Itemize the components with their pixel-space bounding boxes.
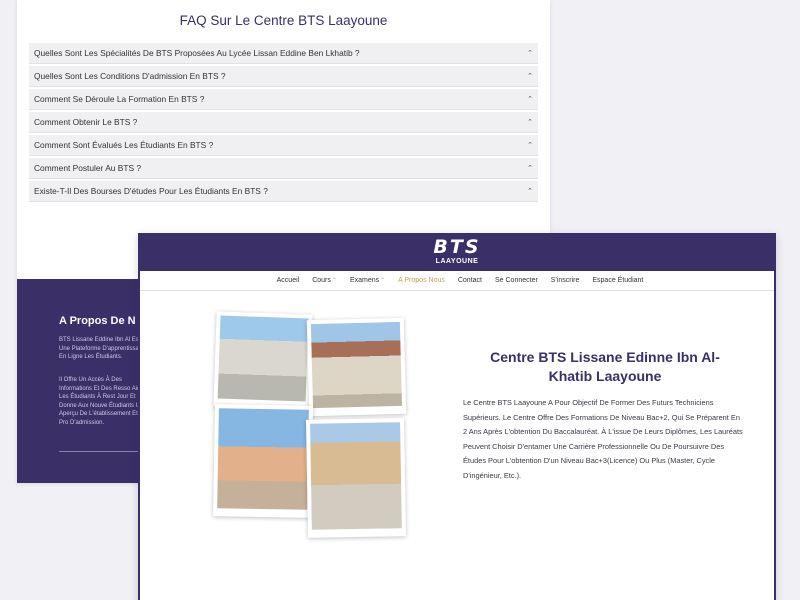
entrance-sign-image	[310, 321, 403, 409]
chevron-up-icon: ⌃	[527, 73, 533, 80]
page-title: Centre BTS Lissane Edinne Ibn Al-Khatib …	[490, 349, 720, 384]
nav-item-cours[interactable]: Cours⌃	[312, 277, 337, 284]
nav-label: Se Connecter	[494, 277, 538, 284]
nav-item-examens[interactable]: Examens⌃	[350, 277, 385, 284]
chevron-up-icon: ⌃	[527, 96, 533, 103]
nav-label: Contact	[457, 277, 482, 284]
nav-label: S'inscrire	[550, 277, 580, 284]
faq-question: Comment Se Déroule La Formation En BTS ?	[34, 94, 205, 104]
building-image	[217, 315, 309, 402]
faq-item[interactable]: Comment Se Déroule La Formation En BTS ?…	[29, 89, 538, 110]
faq-item[interactable]: Comment Obtenir Le BTS ? ⌃	[29, 112, 538, 133]
main-nav: Accueil Cours⌃ Examens⌃ A Propos Nous Co…	[140, 271, 774, 291]
campus-photo	[213, 311, 313, 410]
footer-divider	[59, 451, 149, 452]
courtyard-image	[310, 422, 402, 530]
faq-list: Quelles Sont Les Spécialités De BTS Prop…	[29, 43, 538, 204]
footer-about-title: A Propos De N	[59, 315, 136, 327]
nav-label: Examens	[349, 277, 380, 284]
nav-item-se-connecter[interactable]: Se Connecter	[495, 277, 538, 284]
chevron-up-icon: ⌃	[527, 50, 533, 57]
gate-image	[217, 408, 309, 510]
faq-item[interactable]: Quelles Sont Les Conditions D'admission …	[29, 66, 538, 87]
logo-subtitle: LAAYOUNE	[435, 258, 479, 265]
faq-item[interactable]: Comment Sont Évalués Les Étudiants En BT…	[29, 135, 538, 156]
site-header: BTS LAAYOUNE	[140, 233, 774, 271]
faq-question: Comment Sont Évalués Les Étudiants En BT…	[34, 140, 214, 150]
nav-item-espace-etudiant[interactable]: Espace Étudiant	[592, 277, 643, 284]
nav-item-sinscrire[interactable]: S'inscrire	[551, 277, 580, 284]
faq-question: Comment Postuler Au BTS ?	[34, 163, 142, 173]
faq-question: Comment Obtenir Le BTS ?	[34, 117, 138, 127]
faq-question: Quelles Sont Les Spécialités De BTS Prop…	[34, 48, 360, 58]
home-page-card: BTS LAAYOUNE Accueil Cours⌃ Examens⌃ A P…	[138, 233, 776, 600]
chevron-up-icon: ⌃	[331, 278, 337, 284]
nav-label: Espace Étudiant	[592, 277, 644, 284]
nav-label: A Propos Nous	[398, 277, 445, 284]
footer-about-text: Il Offre Un Accès À Des Informations Et …	[59, 377, 148, 426]
faq-item[interactable]: Existe-T-Il Des Bourses D'études Pour Le…	[29, 181, 538, 202]
campus-photo	[305, 418, 407, 538]
chevron-up-icon: ⌃	[380, 278, 386, 284]
campus-photo	[213, 404, 313, 518]
faq-item[interactable]: Comment Postuler Au BTS ? ⌃	[29, 158, 538, 179]
footer-about-text: BTS Lissane Eddine Ibn Al Est Une Platef…	[59, 337, 146, 361]
faq-question: Existe-T-Il Des Bourses D'études Pour Le…	[34, 186, 268, 196]
nav-label: Cours	[312, 277, 331, 284]
nav-item-contact[interactable]: Contact	[458, 277, 482, 284]
chevron-up-icon: ⌃	[527, 119, 533, 126]
nav-label: Accueil	[276, 277, 300, 284]
page-description: Le Centre BTS Laayoune A Pour Objectif D…	[463, 398, 743, 480]
campus-photo	[306, 317, 407, 417]
nav-item-accueil[interactable]: Accueil	[277, 277, 300, 284]
chevron-up-icon: ⌃	[527, 142, 533, 149]
faq-question: Quelles Sont Les Conditions D'admission …	[34, 71, 226, 81]
chevron-up-icon: ⌃	[527, 188, 533, 195]
logo[interactable]: BTS	[433, 238, 480, 257]
faq-title: FAQ Sur Le Centre BTS Laayoune	[179, 13, 388, 28]
nav-item-a-propos[interactable]: A Propos Nous	[398, 277, 445, 284]
chevron-up-icon: ⌃	[527, 165, 533, 172]
faq-item[interactable]: Quelles Sont Les Spécialités De BTS Prop…	[29, 43, 538, 64]
